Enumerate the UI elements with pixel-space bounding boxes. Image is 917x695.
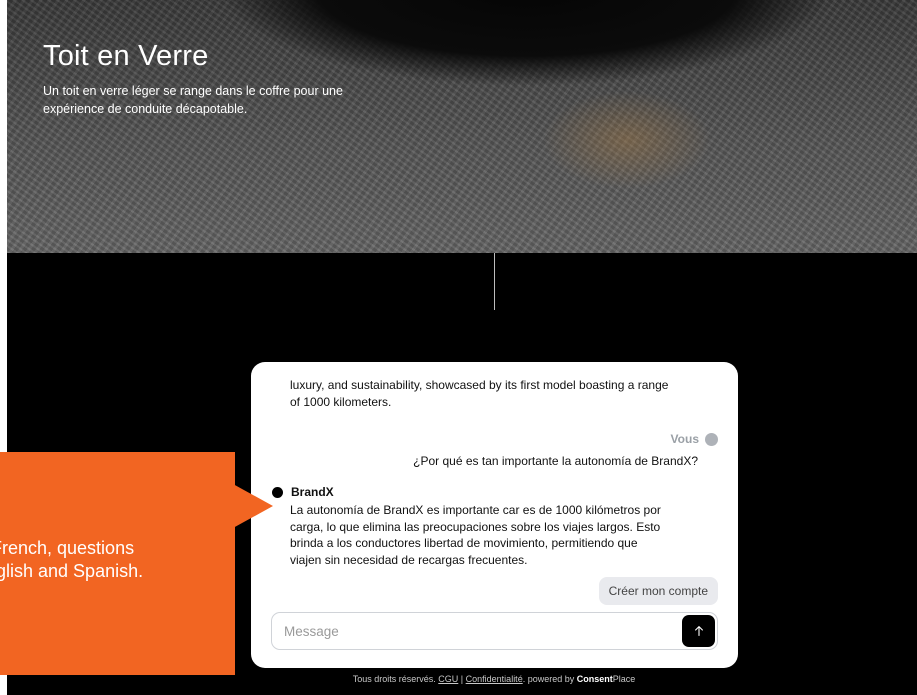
vertical-divider bbox=[494, 253, 495, 310]
footer-rights: Tous droits réservés. bbox=[352, 674, 436, 684]
create-account-button[interactable]: Créer mon compte bbox=[598, 577, 718, 605]
arrow-up-icon bbox=[694, 626, 703, 637]
footer-cgu-link[interactable]: CGU bbox=[438, 674, 458, 684]
user-avatar-icon bbox=[705, 432, 718, 446]
hero-title: Toit en Verre bbox=[43, 40, 209, 72]
callout-arrow bbox=[233, 484, 273, 528]
bot-label-text: BrandX bbox=[291, 485, 334, 499]
footer-brand-rest: Place bbox=[612, 674, 636, 684]
callout-line-2: glish and Spanish. bbox=[0, 561, 144, 581]
chat-widget: luxury, and sustainability, showcased by… bbox=[251, 362, 738, 668]
bot-avatar-icon bbox=[272, 486, 283, 498]
hero-banner: Toit en Verre Un toit en verre léger se … bbox=[7, 0, 917, 253]
footer-brand-bold: Consent bbox=[576, 674, 613, 684]
footer-separator: | bbox=[460, 674, 464, 684]
callout-line-1: French, questions bbox=[0, 538, 135, 558]
bot-label: BrandX bbox=[272, 485, 334, 499]
user-message: ¿Por qué es tan importante la autonomía … bbox=[413, 454, 698, 468]
footer: Tous droits réservés. CGU | Confidential… bbox=[0, 674, 917, 684]
bot-message-answer: La autonomía de BrandX es importante car… bbox=[290, 503, 661, 567]
message-input-bar bbox=[271, 612, 718, 650]
callout-text: French, questions glish and Spanish. bbox=[0, 537, 235, 583]
footer-powered-by: . powered by bbox=[522, 674, 575, 684]
user-label: Vous bbox=[671, 432, 718, 446]
hero-subtitle: Un toit en verre léger se range dans le … bbox=[43, 84, 343, 116]
message-input[interactable] bbox=[284, 613, 664, 649]
user-label-text: Vous bbox=[670, 432, 699, 446]
footer-privacy-link[interactable]: Confidentialité bbox=[466, 674, 523, 684]
bot-message-previous: luxury, and sustainability, showcased by… bbox=[290, 378, 669, 409]
send-button[interactable] bbox=[682, 615, 715, 647]
